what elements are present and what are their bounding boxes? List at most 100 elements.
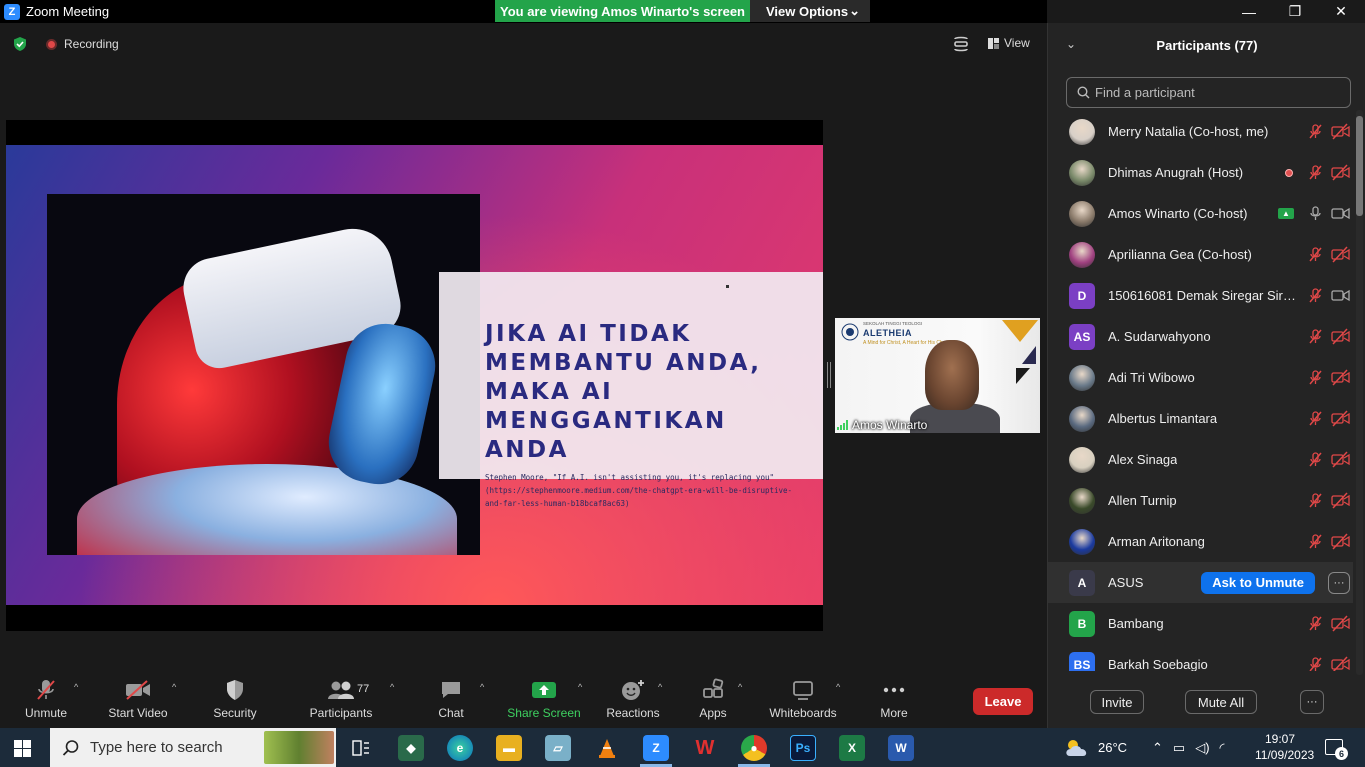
leave-button[interactable]: Leave — [973, 688, 1033, 715]
recording-indicator[interactable]: Recording — [46, 37, 119, 51]
chrome-browser-icon[interactable]: ● — [741, 735, 767, 761]
wifi-icon[interactable]: ◜ — [1220, 740, 1225, 756]
app-launcher-icon[interactable]: ◆ — [398, 735, 424, 761]
participant-more-button[interactable]: ··· — [1328, 571, 1350, 594]
apps-button[interactable]: Apps — [668, 678, 758, 720]
whiteboards-button[interactable]: Whiteboards — [758, 678, 848, 720]
participant-row[interactable]: A ASUS Ask to Unmute ··· — [1048, 562, 1353, 603]
participants-options-chevron-icon[interactable]: ^ — [390, 682, 394, 692]
photoshop-icon[interactable]: Ps — [790, 735, 816, 761]
video-splitter-handle[interactable] — [827, 362, 831, 388]
participant-row[interactable]: Aprilianna Gea (Co-host) — [1048, 234, 1353, 275]
participants-scrollbar-thumb[interactable] — [1356, 116, 1363, 216]
security-button[interactable]: Security — [190, 678, 280, 720]
more-button[interactable]: More — [849, 678, 939, 720]
mic-muted-icon[interactable] — [1307, 164, 1324, 181]
video-on-icon[interactable] — [1331, 287, 1350, 304]
mic-muted-icon[interactable] — [1307, 410, 1324, 427]
speaker-video-thumbnail[interactable]: ALETHEIA A Mind for Christ, A Heart for … — [835, 318, 1040, 433]
mic-muted-icon[interactable] — [1307, 287, 1324, 304]
participant-row[interactable]: Alex Sinaga — [1048, 439, 1353, 480]
video-off-icon[interactable] — [1331, 451, 1350, 468]
mic-muted-icon[interactable] — [1307, 615, 1324, 632]
video-off-icon[interactable] — [1331, 492, 1350, 509]
zoom-taskbar-icon[interactable]: Z — [643, 735, 669, 761]
video-off-icon[interactable] — [1331, 369, 1350, 386]
taskbar-clock[interactable]: 19:07 11/09/2023 — [1255, 731, 1314, 763]
video-off-icon[interactable] — [1331, 123, 1350, 140]
view-button[interactable]: View — [988, 36, 1030, 50]
shared-screen[interactable]: Jika AI tidak membantu Anda, maka AI men… — [6, 120, 823, 631]
video-off-icon[interactable] — [1331, 533, 1350, 550]
system-tray[interactable]: ⌃ ▭ ◁) ◜ — [1152, 728, 1225, 767]
wps-office-icon[interactable]: W — [692, 735, 718, 761]
word-icon[interactable]: W — [888, 735, 914, 761]
volume-icon[interactable]: ◁) — [1195, 740, 1209, 756]
close-button[interactable]: ✕ — [1318, 0, 1364, 23]
apps-options-chevron-icon[interactable]: ^ — [738, 682, 742, 692]
encryption-shield-icon[interactable] — [12, 36, 28, 52]
mute-all-button[interactable]: Mute All — [1185, 690, 1257, 714]
whiteboards-options-chevron-icon[interactable]: ^ — [836, 682, 840, 692]
mic-muted-icon[interactable] — [1307, 492, 1324, 509]
participant-row[interactable]: Albertus Limantara — [1048, 398, 1353, 439]
mic-muted-icon[interactable] — [1307, 369, 1324, 386]
video-off-icon[interactable] — [1331, 410, 1350, 427]
video-off-icon[interactable] — [1331, 615, 1350, 632]
video-off-icon[interactable] — [1331, 328, 1350, 345]
vlc-icon[interactable] — [594, 735, 620, 761]
edge-browser-icon[interactable]: e — [447, 735, 473, 761]
video-off-icon[interactable] — [1331, 656, 1350, 671]
participants-list[interactable]: Merry Natalia (Co-host, me) Dhimas Anugra… — [1048, 111, 1353, 671]
video-options-chevron-icon[interactable]: ^ — [172, 682, 176, 692]
ask-to-unmute-button[interactable]: Ask to Unmute — [1201, 571, 1315, 594]
video-on-icon[interactable] — [1331, 205, 1350, 222]
participant-row[interactable]: B Bambang — [1048, 603, 1353, 644]
taskbar-search[interactable] — [50, 728, 336, 767]
participant-row[interactable]: Arman Aritonang — [1048, 521, 1353, 562]
battery-icon[interactable]: ▭ — [1173, 740, 1185, 756]
invite-button[interactable]: Invite — [1090, 690, 1144, 714]
audio-options-chevron-icon[interactable]: ^ — [74, 682, 78, 692]
reactions-button[interactable]: Reactions — [588, 678, 678, 720]
windows-start-icon[interactable] — [14, 740, 31, 757]
video-off-icon[interactable] — [1331, 164, 1350, 181]
immersive-layout-icon[interactable] — [951, 34, 971, 54]
mic-muted-icon[interactable] — [1307, 451, 1324, 468]
participant-row[interactable]: Adi Tri Wibowo — [1048, 357, 1353, 398]
participant-search[interactable] — [1066, 77, 1351, 108]
mic-muted-icon[interactable] — [1307, 533, 1324, 550]
mic-muted-icon[interactable] — [1307, 246, 1324, 263]
apps-label: Apps — [699, 706, 727, 720]
share-screen-button[interactable]: Share Screen — [499, 678, 589, 720]
tray-overflow-chevron-icon[interactable]: ⌃ — [1152, 740, 1163, 756]
participant-row[interactable]: Amos Winarto (Co-host) ▲ — [1048, 193, 1353, 234]
taskbar-search-input[interactable] — [90, 739, 260, 756]
view-options-button[interactable]: View Options ⌄ — [750, 0, 870, 22]
participant-row[interactable]: D 150616081 Demak Siregar Sire... — [1048, 275, 1353, 316]
mic-muted-icon[interactable] — [1307, 123, 1324, 140]
mic-on-icon[interactable] — [1307, 205, 1324, 222]
task-view-icon[interactable] — [348, 735, 374, 761]
restore-button[interactable]: ❐ — [1272, 0, 1318, 23]
participant-row[interactable]: Dhimas Anugrah (Host) — [1048, 152, 1353, 193]
mic-muted-icon[interactable] — [1307, 656, 1324, 671]
chat-options-chevron-icon[interactable]: ^ — [480, 682, 484, 692]
participants-button[interactable]: Participants — [296, 678, 386, 720]
start-video-button[interactable]: Start Video — [93, 678, 183, 720]
participant-search-input[interactable] — [1095, 85, 1335, 100]
excel-icon[interactable]: X — [839, 735, 865, 761]
participant-row[interactable]: AS A. Sudarwahyono — [1048, 316, 1353, 357]
reactions-options-chevron-icon[interactable]: ^ — [658, 682, 662, 692]
panel-more-button[interactable]: ··· — [1300, 690, 1324, 714]
participant-row[interactable]: BS Barkah Soebagio — [1048, 644, 1353, 671]
file-explorer-icon[interactable]: ▬ — [496, 735, 522, 761]
participant-row[interactable]: Allen Turnip — [1048, 480, 1353, 521]
notes-app-icon[interactable]: ▱ — [545, 735, 571, 761]
minimize-button[interactable]: — — [1226, 0, 1272, 23]
video-off-icon[interactable] — [1331, 246, 1350, 263]
participant-row[interactable]: Merry Natalia (Co-host, me) — [1048, 111, 1353, 152]
share-options-chevron-icon[interactable]: ^ — [578, 682, 582, 692]
weather-widget[interactable]: 26°C — [1064, 728, 1127, 767]
mic-muted-icon[interactable] — [1307, 328, 1324, 345]
